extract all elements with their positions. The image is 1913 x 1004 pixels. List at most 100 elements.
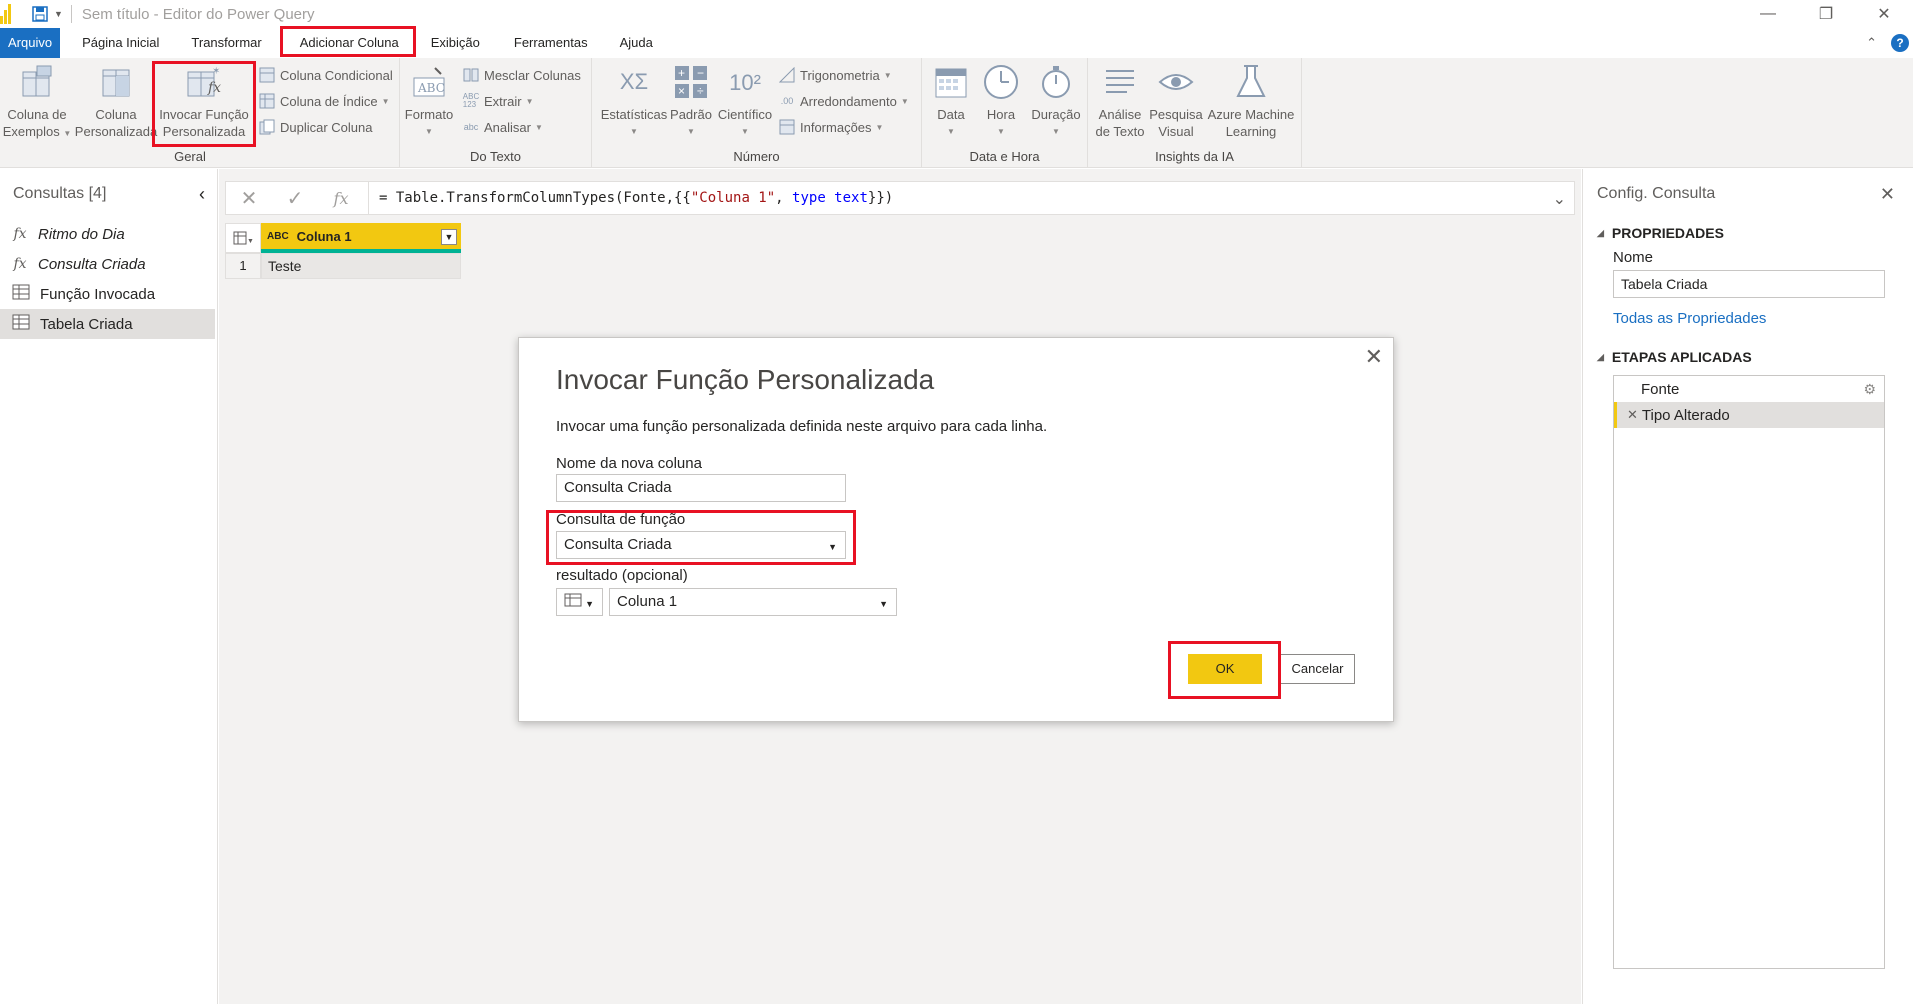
hora-button[interactable]: Hora ▼ [978, 62, 1024, 140]
coluna-de-indice-button[interactable]: Coluna de Índice ▼ [258, 90, 390, 112]
analisar-button[interactable]: abc Analisar ▼ [462, 116, 543, 138]
chevron-down-icon: ▼ [425, 127, 433, 136]
help-icon[interactable]: ? [1891, 34, 1909, 52]
query-item-ritmo-do-dia[interactable]: fx Ritmo do Dia [0, 219, 217, 249]
padrao-label: Padrão [670, 107, 712, 122]
tab-exibicao[interactable]: Exibição [419, 28, 492, 58]
applied-steps-section[interactable]: ◢ ETAPAS APLICADAS [1583, 349, 1913, 365]
ribbon-group-label-insights-ia: Insights da IA [1155, 149, 1234, 164]
extract-icon: ABC 123 [462, 92, 480, 109]
save-icon[interactable] [32, 6, 48, 22]
formato-label: Formato [404, 107, 454, 122]
chevron-down-icon: ▼ [585, 599, 594, 609]
quick-access-dropdown-icon[interactable]: ▼ [54, 9, 63, 19]
azure-machine-learning-button[interactable]: Azure Machine Learning [1204, 62, 1298, 140]
close-window-icon[interactable]: ✕ [1855, 0, 1913, 28]
text-type-icon[interactable]: ABC [267, 231, 289, 242]
informacoes-button[interactable]: Informações ▼ [778, 116, 883, 138]
tab-ferramentas[interactable]: Ferramentas [502, 28, 600, 58]
expand-formula-icon[interactable]: ⌄ [1553, 189, 1566, 209]
analisar-label: Analisar [484, 119, 531, 135]
dialog-description: Invocar uma função personalizada definid… [556, 418, 1048, 435]
properties-section[interactable]: ◢ PROPRIEDADES [1583, 225, 1913, 241]
analise-de-texto-button[interactable]: Análise de Texto [1090, 62, 1150, 140]
coluna-de-exemplos-label-2: Exemplos [2, 124, 60, 139]
table-icon [12, 284, 30, 304]
query-item-tabela-criada[interactable]: Tabela Criada [0, 309, 215, 339]
ribbon-group-insights-ia: Análise de Texto Pesquisa Visual Azure M… [1088, 58, 1302, 168]
step-label: Fonte [1641, 380, 1680, 398]
duplicar-coluna-button[interactable]: Duplicar Coluna [258, 116, 373, 138]
queries-pane: Consultas [4] ‹ fx Ritmo do Dia fx Consu… [0, 169, 218, 1004]
collapse-pane-icon[interactable]: ‹ [199, 184, 205, 205]
query-item-consulta-criada[interactable]: fx Consulta Criada [0, 249, 217, 279]
function-icon: fx [13, 256, 27, 272]
query-name-input[interactable]: Tabela Criada [1613, 270, 1885, 298]
result-label: resultado (opcional) [556, 567, 688, 584]
ribbon-group-label-data-hora: Data e Hora [969, 149, 1040, 164]
informacoes-label: Informações [800, 119, 872, 135]
coluna-condicional-button[interactable]: Coluna Condicional [258, 64, 393, 86]
new-column-name-input[interactable]: Consulta Criada [556, 474, 846, 502]
tab-pagina-inicial[interactable]: Página Inicial [70, 28, 171, 58]
cientifico-button[interactable]: 10² Científico ▼ [716, 62, 774, 140]
result-column-select[interactable]: Coluna 1 ▼ [609, 588, 897, 616]
gear-icon[interactable]: ⚙ [1863, 381, 1876, 398]
tab-ajuda[interactable]: Ajuda [608, 28, 665, 58]
step-tipo-alterado[interactable]: ✕ Tipo Alterado [1614, 402, 1884, 428]
delete-step-icon[interactable]: ✕ [1627, 407, 1638, 423]
close-dialog-icon[interactable]: ✕ [1365, 344, 1383, 370]
fx-icon[interactable]: fx [318, 189, 364, 208]
confirm-formula-icon[interactable]: ✓ [272, 186, 318, 211]
step-fonte[interactable]: Fonte ⚙ [1614, 376, 1884, 402]
table-menu-icon[interactable]: ▼ [225, 223, 261, 253]
coluna-de-exemplos-label-1: Coluna de [7, 107, 67, 122]
tab-arquivo[interactable]: Arquivo [0, 28, 61, 58]
column-header-coluna-1[interactable]: ABC Coluna 1 ▼ [261, 223, 461, 253]
formula-bar: ✕ ✓ fx = Table.TransformColumnTypes(Font… [225, 181, 1575, 215]
ribbon-group-do-texto: ABC Formato ▼ Mesclar Colunas ABC 123 Ext… [400, 58, 592, 168]
dialog-title: Invocar Função Personalizada [556, 364, 935, 395]
pesquisa-visual-button[interactable]: Pesquisa Visual [1148, 62, 1204, 140]
padrao-button[interactable]: + − × ÷ Padrão ▼ [666, 62, 716, 140]
ribbon-group-data-hora: Data ▼ Hora ▼ Duração ▼ Data e Hora [922, 58, 1088, 168]
duracao-button[interactable]: Duração ▼ [1026, 62, 1086, 140]
close-pane-icon[interactable]: ✕ [1880, 184, 1895, 205]
tab-transformar[interactable]: Transformar [179, 28, 273, 58]
chevron-down-icon: ▼ [997, 127, 1005, 136]
cancel-button[interactable]: Cancelar [1280, 654, 1355, 684]
duracao-label: Duração [1031, 107, 1081, 122]
row-number: 1 [225, 253, 261, 279]
estatisticas-button[interactable]: XΣ Estatísticas ▼ [596, 62, 672, 140]
data-button[interactable]: Data ▼ [928, 62, 974, 140]
column-filter-dropdown-icon[interactable]: ▼ [441, 229, 457, 245]
restore-icon[interactable]: ❐ [1797, 0, 1855, 28]
table-row: 1 Teste [225, 253, 461, 279]
column-from-examples-icon [17, 62, 57, 102]
coluna-personalizada-button[interactable]: Coluna Personalizada [74, 62, 158, 140]
query-item-funcao-invocada[interactable]: Função Invocada [0, 279, 217, 309]
formula-bar-separator [368, 181, 369, 215]
cancel-formula-icon[interactable]: ✕ [226, 186, 272, 211]
mesclar-colunas-button[interactable]: Mesclar Colunas [462, 64, 581, 86]
title-bar: ▼ Sem título - Editor do Power Query — ❐… [0, 0, 1913, 28]
quick-access-toolbar: ▼ [32, 6, 63, 22]
coluna-de-exemplos-button[interactable]: Coluna de Exemplos ▼ [2, 62, 72, 142]
chevron-down-icon: ▼ [947, 127, 955, 136]
extrair-button[interactable]: ABC 123 Extrair ▼ [462, 90, 534, 112]
arredondamento-button[interactable]: .00 Arredondamento ▼ [778, 90, 909, 112]
collapse-ribbon-icon[interactable]: ⌃ [1866, 35, 1877, 51]
result-type-select[interactable]: ▼ [556, 588, 603, 616]
highlight-tab-adicionar-coluna [280, 26, 416, 57]
table-cell[interactable]: Teste [261, 253, 461, 279]
chevron-down-icon: ▼ [534, 122, 543, 132]
trigonometria-label: Trigonometria [800, 67, 880, 83]
formato-button[interactable]: ABC Formato ▼ [404, 62, 454, 140]
all-properties-link[interactable]: Todas as Propriedades [1583, 310, 1913, 327]
minimize-icon[interactable]: — [1739, 0, 1797, 28]
trigonometria-button[interactable]: Trigonometria ▼ [778, 64, 892, 86]
calendar-icon [931, 62, 971, 102]
data-label: Data [937, 107, 965, 122]
formula-input[interactable]: = Table.TransformColumnTypes(Fonte,{{"Co… [379, 190, 893, 206]
title-separator [70, 5, 72, 23]
